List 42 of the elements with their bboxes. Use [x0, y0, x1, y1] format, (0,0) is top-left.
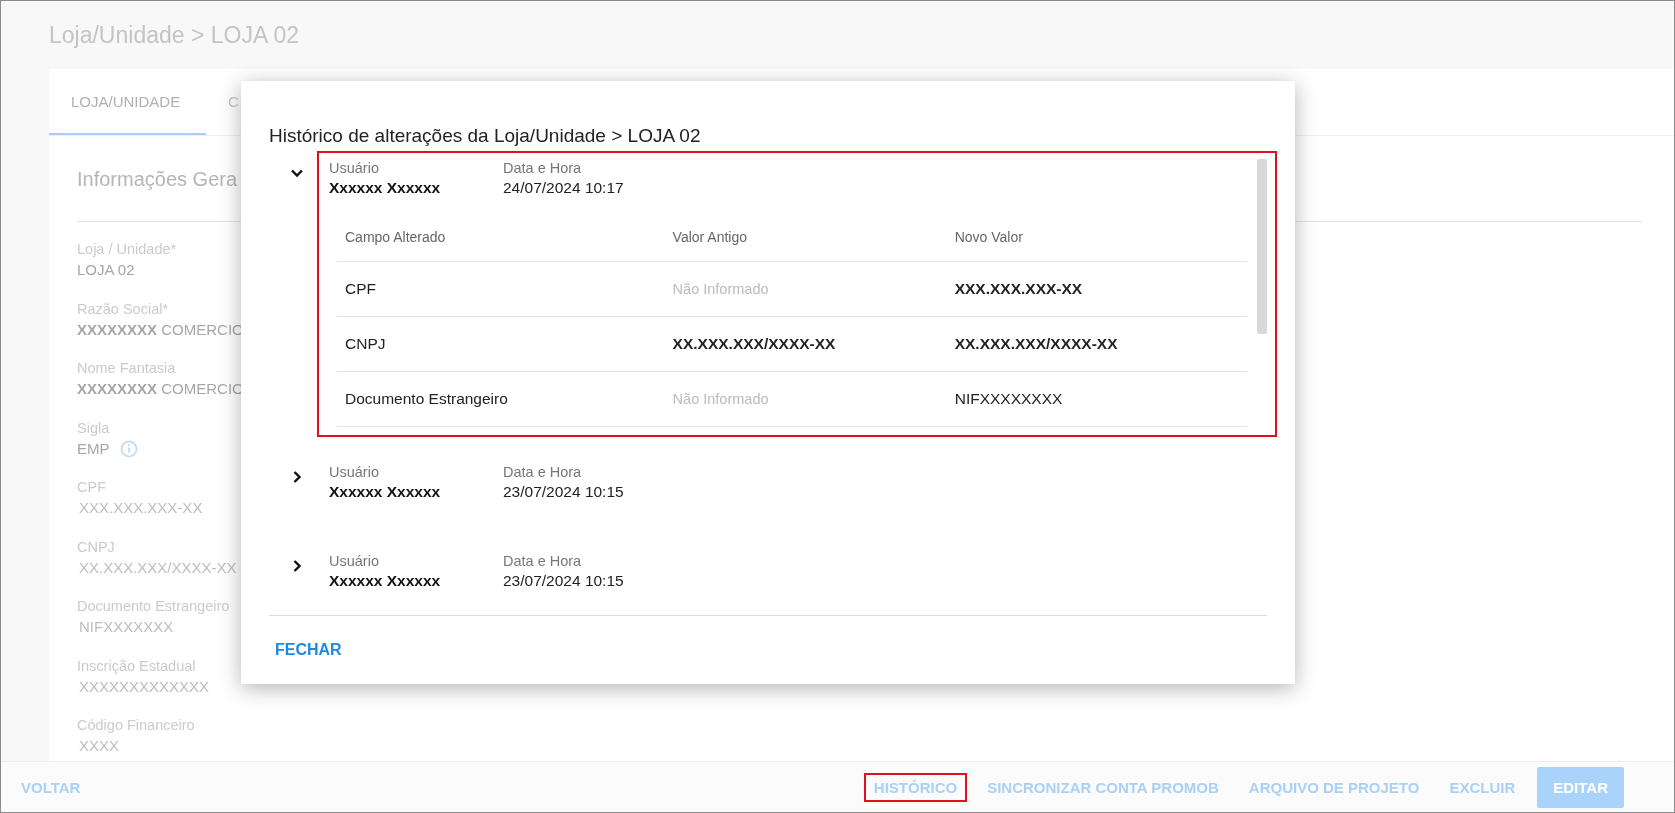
table-cell: CPF: [337, 261, 665, 317]
edit-button[interactable]: EDITAR: [1537, 766, 1624, 808]
field-value: XXXX: [79, 736, 120, 756]
action-button[interactable]: EXCLUIR: [1439, 772, 1526, 802]
close-button[interactable]: FECHAR: [269, 637, 348, 663]
date-label: Data e Hora: [503, 463, 583, 482]
user-name: Xxxxxx Xxxxxx: [329, 482, 442, 503]
action-button[interactable]: SINCRONIZAR CONTA PROMOB: [977, 772, 1229, 802]
field-value: LOJA 02: [77, 260, 135, 280]
table-cell: CNPJ: [337, 316, 665, 372]
scrollbar[interactable]: [1257, 159, 1267, 335]
date-label: Data e Hora: [503, 159, 583, 178]
user-name: Xxxxxx Xxxxxx: [329, 178, 442, 199]
tab[interactable]: LOJA/UNIDADE: [49, 69, 206, 135]
user-label: Usuário: [329, 463, 380, 482]
back-button[interactable]: VOLTAR: [11, 772, 91, 802]
date-label: Data e Hora: [503, 552, 583, 571]
field-value: XX.XXX.XXX/XXXX-XX: [79, 557, 237, 578]
field-value: XXXXXXXX COMERCIO: [77, 379, 244, 399]
user-label: Usuário: [329, 159, 380, 178]
field-value: EMP: [77, 438, 110, 459]
table-cell: Não Informado: [664, 261, 947, 317]
field-value: XXXXXXXXXXXXX: [79, 676, 210, 697]
table-cell: XX.XXX.XXX/XXXX-XX: [946, 316, 1247, 372]
table-cell: XXX.XXX.XXX-XX: [946, 261, 1247, 317]
date-time: 24/07/2024 10:17: [503, 178, 625, 199]
column-header: Novo Valor: [946, 213, 1247, 262]
table-cell: XX.XXX.XXX/XXXX-XX: [664, 316, 947, 372]
date-time: 23/07/2024 10:15: [503, 571, 625, 592]
user-label: Usuário: [329, 552, 380, 571]
column-header: Campo Alterado: [337, 213, 665, 262]
action-button[interactable]: ARQUIVO DE PROJETO: [1238, 772, 1430, 802]
user-name: Xxxxxx Xxxxxx: [329, 571, 442, 592]
table-cell: NIFXXXXXXXX: [946, 371, 1247, 427]
table-cell: Documento Estrangeiro: [337, 371, 665, 427]
field-value: XXXXXXXX COMERCIO: [77, 319, 244, 340]
action-button[interactable]: HISTÓRICO: [863, 772, 968, 802]
field-value: XXX.XXX.XXX-XX: [79, 498, 203, 518]
date-time: 23/07/2024 10:15: [503, 482, 625, 503]
field-value: NIFXXXXXXX: [79, 617, 174, 637]
table-cell: Não Informado: [664, 371, 947, 427]
column-header: Valor Antigo: [664, 213, 947, 262]
